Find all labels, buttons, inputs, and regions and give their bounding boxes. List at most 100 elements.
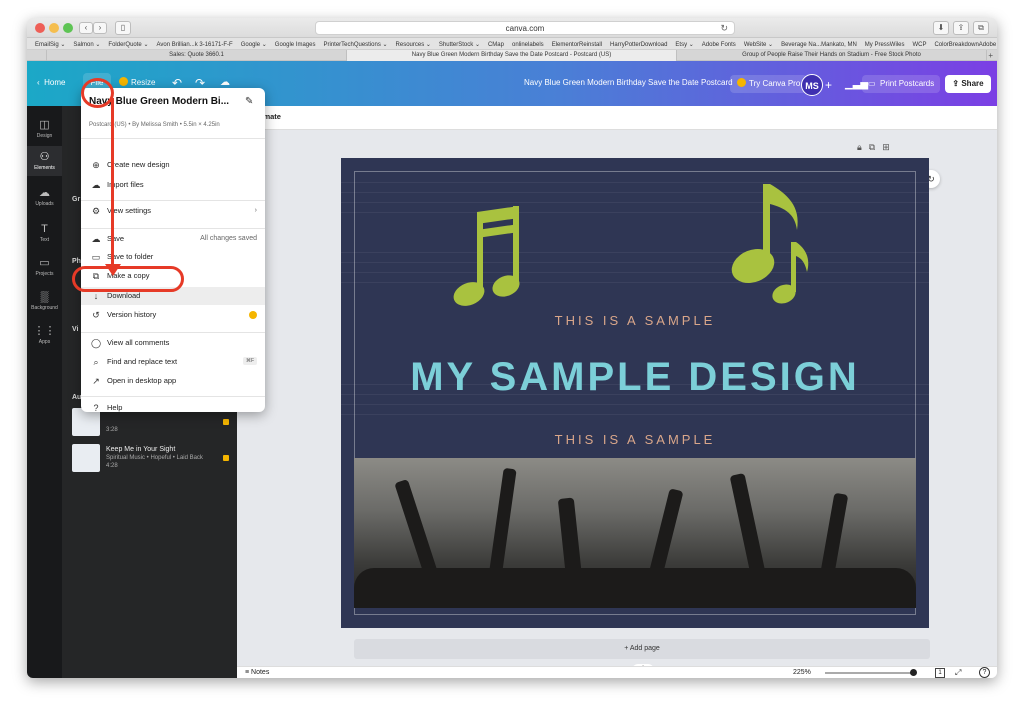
help-icon[interactable]: ? bbox=[979, 667, 990, 678]
menu-item-version-history[interactable]: ↺ Version history bbox=[81, 306, 265, 324]
rail-label: Background bbox=[31, 305, 58, 311]
rail-item-background[interactable]: ▒ Background bbox=[27, 286, 62, 316]
menu-item-find-and-replace-text[interactable]: ⌕ Find and replace text ⌘F bbox=[81, 353, 265, 371]
bookmark-item[interactable]: ColorBreakdownAdobe bbox=[934, 39, 996, 49]
bookmark-item[interactable]: WebSite ⌄ bbox=[744, 39, 773, 49]
crowd-heads bbox=[354, 568, 916, 608]
postcard-canvas[interactable]: THIS IS A SAMPLE MY SAMPLE DESIGN THIS I… bbox=[341, 158, 929, 628]
menu-divider bbox=[81, 228, 265, 229]
rail-label: Design bbox=[36, 133, 53, 139]
menu-item-import-files[interactable]: ☁ Import files bbox=[81, 176, 265, 194]
close-window-icon[interactable] bbox=[35, 23, 45, 33]
rail-label: Uploads bbox=[35, 201, 54, 207]
rail-item-apps[interactable]: ⋮⋮ Apps bbox=[27, 320, 62, 350]
tab-sales-quote[interactable]: Sales: Quote 3660.1 bbox=[47, 50, 347, 61]
avatar[interactable]: MS bbox=[801, 74, 823, 96]
zoom-slider-handle[interactable] bbox=[910, 669, 917, 676]
tab-canva-postcard[interactable]: Navy Blue Green Modern Birthday Save the… bbox=[347, 50, 677, 61]
annotation-arrow-head bbox=[105, 264, 121, 276]
audio-track[interactable]: Keep Me in Your Sight Spiritual Music • … bbox=[72, 444, 237, 474]
menu-item-view-all-comments[interactable]: ◯ View all comments bbox=[81, 334, 265, 352]
bookmark-item[interactable]: ElementorReinstall bbox=[552, 39, 602, 49]
zoom-slider[interactable] bbox=[825, 672, 915, 674]
download-icon: ↓ bbox=[93, 291, 99, 301]
panel-section-graphics[interactable]: Gr bbox=[72, 196, 80, 203]
bookmark-item[interactable]: My PressWiles bbox=[865, 39, 905, 49]
menu-item-open-in-desktop-app[interactable]: ↗ Open in desktop app bbox=[81, 372, 265, 390]
back-icon[interactable]: ‹ bbox=[79, 22, 93, 34]
bookmark-item[interactable]: Google ⌄ bbox=[241, 39, 267, 49]
lock-icon[interactable]: 🔒︎ bbox=[857, 142, 862, 152]
menu-item-download[interactable]: ↓ Download bbox=[81, 287, 265, 305]
tab-overview-icon[interactable]: ⧉ bbox=[973, 21, 989, 35]
new-tab-icon[interactable]: + bbox=[988, 50, 993, 61]
try-canva-pro-button[interactable]: Try Canva Pro bbox=[730, 75, 808, 93]
bookmark-item[interactable]: Etsy ⌄ bbox=[675, 39, 693, 49]
rail-label: Elements bbox=[34, 165, 55, 171]
import-files-icon: ☁ bbox=[91, 180, 101, 190]
menu-item-label: Open in desktop app bbox=[107, 376, 177, 385]
rail-item-elements[interactable]: ⚇ Elements bbox=[27, 146, 62, 176]
add-page-icon[interactable]: ⊞ bbox=[882, 142, 890, 152]
menu-item-create-new-design[interactable]: ⊕ Create new design bbox=[81, 156, 265, 174]
print-postcards-button[interactable]: ▭ Print Postcards bbox=[862, 75, 941, 93]
bookmark-item[interactable]: EmailSig ⌄ bbox=[35, 39, 65, 49]
zoom-window-icon[interactable] bbox=[63, 23, 73, 33]
bookmark-item[interactable]: WCP bbox=[912, 39, 926, 49]
home-label: Home bbox=[44, 78, 66, 87]
minimize-window-icon[interactable] bbox=[49, 23, 59, 33]
bookmark-item[interactable]: FolderQuote ⌄ bbox=[108, 39, 148, 49]
main-title[interactable]: MY SAMPLE DESIGN bbox=[341, 355, 929, 400]
menu-item-label: Find and replace text bbox=[107, 357, 178, 366]
zoom-level[interactable]: 225% bbox=[793, 667, 811, 678]
audio-crown-icon bbox=[223, 419, 229, 425]
reload-icon[interactable]: ↻ bbox=[720, 22, 728, 35]
duplicate-page-icon[interactable]: ⧉ bbox=[869, 142, 875, 152]
invite-plus-icon[interactable]: + bbox=[825, 74, 832, 96]
bookmark-item[interactable]: HarryPotterDownload bbox=[610, 39, 667, 49]
notes-button[interactable]: ≡ Notes bbox=[245, 667, 269, 678]
add-page-button[interactable]: + Add page bbox=[354, 639, 930, 659]
bookmark-item[interactable]: CMap bbox=[488, 39, 504, 49]
menu-design-title[interactable]: Navy Blue Green Modern Bi... bbox=[89, 96, 229, 107]
tab-stock-photo[interactable]: Group of People Raise Their Hands on Sta… bbox=[677, 50, 987, 61]
editor-area: ◎ Animate 🔒︎⧉⊞ ↻ bbox=[237, 106, 997, 678]
rail-item-text[interactable]: T Text bbox=[27, 218, 62, 248]
bookmark-item[interactable]: Resources ⌄ bbox=[396, 39, 431, 49]
audio-duration: 3:28 bbox=[106, 427, 118, 433]
bookmark-item[interactable]: Avon Brillian...k 3-16171-F-F bbox=[156, 39, 232, 49]
rail-item-projects[interactable]: ▭ Projects bbox=[27, 252, 62, 282]
address-bar[interactable]: canva.com ↻ bbox=[315, 21, 735, 35]
browser-titlebar: ‹ › ▯ canva.com ↻ ⬇ ⇪ ⧉ bbox=[27, 18, 997, 38]
bookmark-item[interactable]: Adobe Fonts bbox=[702, 39, 736, 49]
rail-item-uploads[interactable]: ☁ Uploads bbox=[27, 182, 62, 212]
tab-pinned[interactable] bbox=[27, 50, 47, 61]
menu-item-view-settings[interactable]: ⚙ View settings › bbox=[81, 202, 265, 220]
bookmark-item[interactable]: ShutterStock ⌄ bbox=[439, 39, 480, 49]
menu-item-save[interactable]: ☁ Save All changes saved bbox=[81, 230, 265, 248]
crowd-photo[interactable] bbox=[354, 458, 916, 608]
sidebar-toggle-icon[interactable]: ▯ bbox=[115, 21, 131, 35]
share-sheet-icon[interactable]: ⇪ bbox=[953, 21, 969, 35]
bookmark-item[interactable]: PrinterTechQuestions ⌄ bbox=[323, 39, 387, 49]
forward-icon[interactable]: › bbox=[93, 22, 107, 34]
help-icon: ? bbox=[93, 403, 99, 413]
panel-section-photos[interactable]: Ph bbox=[72, 258, 81, 265]
bookmark-item[interactable]: Beverage Na...Mankato, MN bbox=[781, 39, 857, 49]
rail-item-design[interactable]: ◫ Design bbox=[27, 114, 62, 144]
fullscreen-icon[interactable]: ⤢ bbox=[955, 667, 961, 678]
document-title[interactable]: Navy Blue Green Modern Birthday Save the… bbox=[524, 73, 733, 93]
home-button[interactable]: ‹ Home bbox=[37, 73, 65, 93]
subtitle-top[interactable]: THIS IS A SAMPLE bbox=[341, 313, 929, 328]
downloads-icon[interactable]: ⬇ bbox=[933, 21, 949, 35]
panel-section-audio[interactable]: Au bbox=[72, 394, 81, 401]
page-count-button[interactable]: 1 bbox=[935, 668, 945, 678]
pencil-icon[interactable]: ✎ bbox=[245, 96, 253, 107]
subtitle-bottom[interactable]: THIS IS A SAMPLE bbox=[341, 432, 929, 447]
menu-item-help[interactable]: ? Help bbox=[81, 399, 265, 417]
bookmark-item[interactable]: Salmon ⌄ bbox=[73, 39, 100, 49]
bookmark-item[interactable]: onlinelabels bbox=[512, 39, 544, 49]
panel-section-videos[interactable]: Vi bbox=[72, 326, 79, 333]
bookmark-item[interactable]: Google Images bbox=[275, 39, 316, 49]
share-button[interactable]: ⇪ Share bbox=[945, 75, 991, 93]
